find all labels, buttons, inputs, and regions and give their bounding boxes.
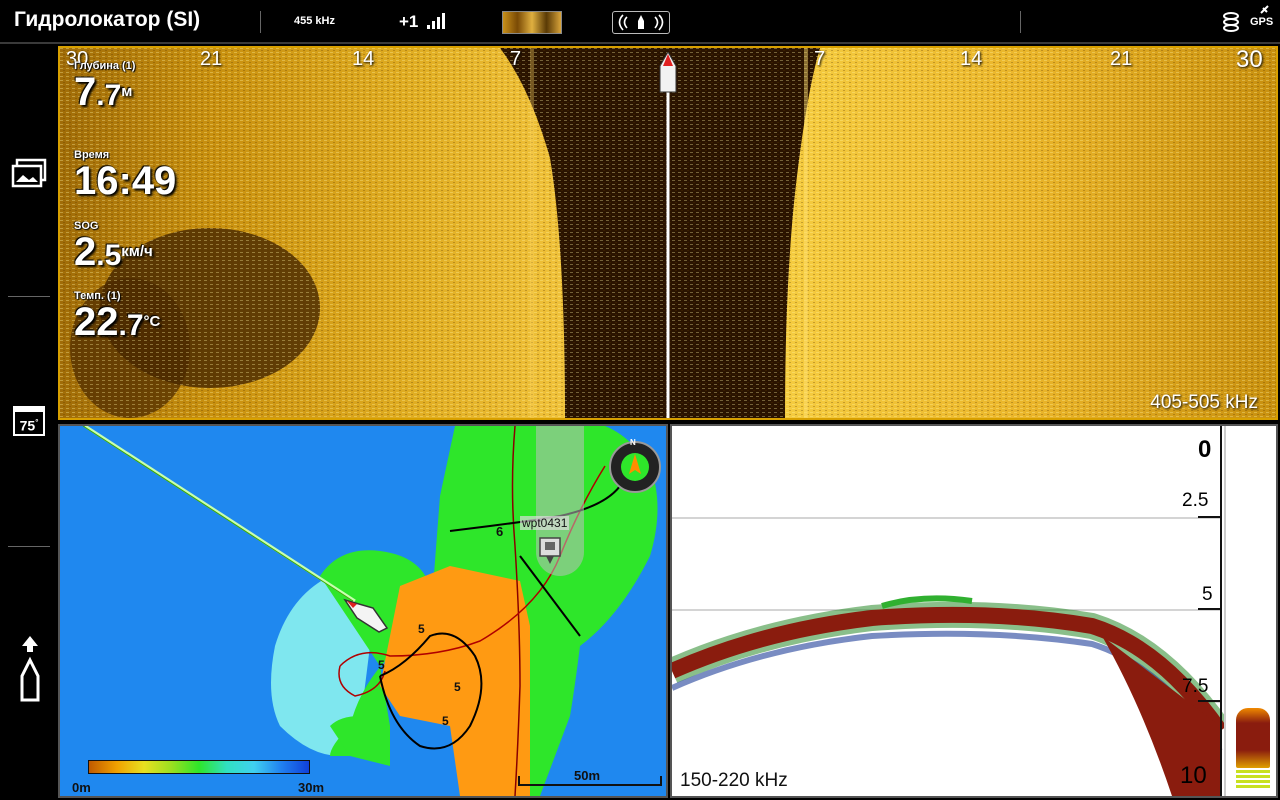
signal-strength-icon (427, 13, 445, 29)
boat-position-icon[interactable] (16, 636, 44, 706)
readout-value: 2.5км/ч (74, 230, 153, 274)
contour-label: 5 (442, 714, 449, 728)
legend-max: 30m (298, 780, 325, 795)
compass-north: N (630, 438, 636, 447)
depth-label: 2.5 (1182, 490, 1209, 511)
scale-label: 50m (574, 768, 601, 783)
view-title: Гидролокатор (SI) (14, 8, 201, 31)
depth-tick (1198, 700, 1220, 702)
contour-label: 6 (496, 524, 504, 539)
range-label: 14 (960, 48, 983, 70)
gps-indicator: GPS (1250, 16, 1274, 28)
scale-bar (518, 784, 662, 786)
readout-sog: SOG 2.5км/ч (74, 220, 153, 276)
range-label: 21 (200, 48, 223, 70)
flasher-bar (1236, 770, 1270, 790)
depth-label: 5 (1202, 584, 1213, 605)
range-label: 21 (1110, 48, 1133, 70)
divider (260, 11, 261, 33)
readout-value: 22.7°C (74, 300, 161, 344)
sonar-2d-pane[interactable]: 0 2.5 5 7.5 10 150-220 kHz (670, 424, 1278, 798)
readout-time: Время 16:49 (74, 149, 176, 201)
waypoint-label[interactable]: wpt0431 (520, 516, 570, 530)
flasher-column (1224, 426, 1276, 796)
divider (1020, 11, 1021, 33)
readout-value: 7.7м (74, 70, 133, 114)
readout-water-temp: Темп. (1) 22.7°C (74, 290, 160, 346)
depth-scale-axis (1220, 426, 1222, 796)
depth-color-legend (88, 760, 310, 774)
boat-icon (659, 52, 677, 93)
temperature-badge-value: 75 (19, 417, 36, 434)
network-stack-icon[interactable] (1220, 10, 1242, 34)
side-imaging-image (60, 48, 1276, 418)
sonar-frequency: 150-220 kHz (680, 770, 788, 791)
compass-rose-icon[interactable] (608, 440, 662, 494)
views-icon[interactable] (11, 158, 47, 190)
range-label: 7 (814, 48, 826, 70)
rail-divider (8, 296, 50, 297)
range-label: 7 (510, 48, 522, 70)
sonar-echo-image (672, 426, 1276, 796)
signal-offset: +1 (399, 12, 419, 31)
depth-tick (1198, 516, 1220, 518)
transducer-icon[interactable] (612, 11, 670, 34)
scale-tick (518, 776, 520, 786)
top-status-bar: Гидролокатор (SI) 455 kHz +1 GPS (0, 0, 1280, 44)
temperature-badge[interactable]: 75° (13, 406, 45, 436)
waypoint-icon[interactable] (538, 536, 562, 570)
rail-divider (8, 546, 50, 547)
depth-label: 0 (1198, 436, 1212, 463)
chart-map-pane[interactable]: wpt0431 N 0m 30m 50m 6 5 5 5 5 (58, 424, 668, 798)
contour-label: 5 (454, 680, 461, 694)
flasher-bar (1236, 708, 1270, 768)
si-frequency: 405-505 kHz (1150, 392, 1258, 413)
readout-depth: Глубина (1) 7.7м (74, 60, 135, 116)
vessel-icon (343, 598, 389, 633)
depth-label: 10 (1180, 762, 1207, 789)
range-label: 14 (352, 48, 375, 70)
sonar-frequency: 455 kHz (294, 15, 335, 27)
depth-label: 7.5 (1182, 676, 1209, 697)
depth-tick (1198, 608, 1220, 610)
legend-min: 0m (72, 780, 91, 795)
contour-label: 5 (418, 622, 425, 636)
side-imaging-thumbnail-icon[interactable] (502, 11, 562, 34)
range-label: 30 (1236, 46, 1263, 73)
side-imaging-pane[interactable]: 30 21 14 7 7 14 21 30 Глубина (1) 7.7м В… (58, 46, 1278, 420)
left-toolbar: 75° (0, 44, 56, 800)
scale-tick (660, 776, 662, 786)
satellite-icon (1260, 5, 1269, 14)
readout-value: 16:49 (74, 159, 177, 203)
contour-label: 5 (378, 658, 385, 672)
